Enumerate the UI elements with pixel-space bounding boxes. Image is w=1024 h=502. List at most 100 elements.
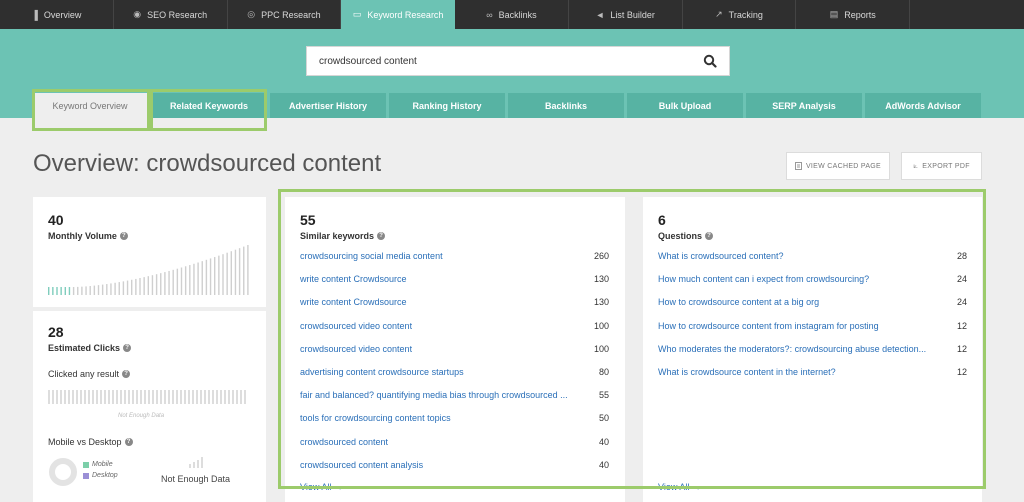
click-bar (236, 390, 238, 404)
help-icon[interactable]: ? (122, 370, 131, 378)
nav-reports[interactable]: ▤ Reports (796, 0, 911, 29)
nav-seo-research[interactable]: ◉ SEO Research (114, 0, 228, 29)
nav-label: Keyword Research (367, 9, 444, 20)
mobile-desktop-donut (49, 458, 77, 486)
tab-keyword-overview[interactable]: Keyword Overview (32, 93, 148, 118)
export-pdf-button[interactable]: ⟀ EXPORT PDF (901, 152, 982, 180)
keyword-count: 130 (593, 297, 609, 308)
list-item: crowdsourced video content 100 (300, 319, 609, 333)
questions-view-all-link[interactable]: View All → (658, 482, 701, 492)
click-bar (56, 390, 58, 404)
mobile-not-enough-data: Not Enough Data (161, 474, 231, 484)
keyword-link[interactable]: fair and balanced? quantifying media bia… (300, 390, 568, 400)
click-bar (240, 390, 242, 404)
volume-bar (131, 279, 133, 295)
search-input[interactable] (319, 55, 703, 67)
questions-value: 6 (658, 212, 666, 228)
keyword-count: 12 (956, 320, 967, 331)
keyword-link[interactable]: crowdsourced video content (300, 344, 412, 354)
list-item: crowdsourced content 40 (300, 435, 609, 449)
click-bar (176, 390, 178, 404)
volume-bar (151, 275, 154, 295)
help-icon[interactable]: ? (123, 344, 132, 352)
search-icon[interactable] (703, 54, 717, 68)
similar-view-all-link[interactable]: View All → (300, 482, 343, 492)
help-icon[interactable]: ? (119, 232, 128, 240)
click-bar (188, 390, 190, 404)
tab-serp-analysis[interactable]: SERP Analysis (746, 93, 862, 118)
list-item: Who moderates the moderators?: crowdsour… (658, 342, 967, 356)
nav-label: Reports (844, 9, 876, 20)
list-item: How to crowdsource content at a big org 2… (658, 295, 967, 309)
volume-bar (193, 263, 195, 295)
keyword-subtabs: Keyword Overview Related Keywords Advertis… (32, 93, 981, 118)
list-item: How to crowdsource content from instagra… (658, 319, 967, 333)
keyword-link[interactable]: crowdsourcing social media content (300, 251, 443, 261)
view-cached-page-button[interactable]: VIEW CACHED PAGE (786, 152, 890, 180)
keyword-link[interactable]: What is crowdsourced content? (658, 251, 784, 261)
keyword-count: 12 (956, 343, 967, 354)
tab-ranking-history[interactable]: Ranking History (389, 93, 505, 118)
keyword-link[interactable]: write content Crowdsource (300, 274, 407, 284)
click-bar (232, 390, 234, 404)
volume-bar (247, 245, 249, 295)
tab-related-keywords[interactable]: Related Keywords (151, 93, 267, 118)
volume-bar (243, 246, 245, 295)
click-bar (120, 390, 122, 404)
keyword-link[interactable]: Who moderates the moderators?: crowdsour… (658, 344, 926, 354)
keyword-link[interactable]: How to crowdsource content from instagra… (658, 321, 879, 331)
volume-bar (97, 285, 100, 295)
click-bar (136, 390, 138, 404)
keyword-count: 260 (593, 251, 609, 261)
pdf-icon: ⟀ (913, 161, 919, 170)
keyword-count: 28 (956, 251, 967, 261)
tab-advertiser-history[interactable]: Advertiser History (270, 93, 386, 118)
nav-label: List Builder (610, 9, 655, 20)
tab-adwords-advisor[interactable]: AdWords Advisor (865, 93, 981, 118)
keyword-link[interactable]: What is crowdsource content in the inter… (658, 367, 836, 377)
nav-label: SEO Research (147, 9, 208, 20)
keyword-link[interactable]: How much content can i expect from crowd… (658, 274, 869, 284)
top-nav: ▐ Overview ◉ SEO Research ◎ PPC Research ▭ Keyw… (0, 0, 1024, 29)
help-icon[interactable]: ? (377, 232, 386, 240)
nav-backlinks[interactable]: ∞ Backlinks (455, 0, 569, 29)
list-item: What is crowdsource content in the inter… (658, 365, 967, 379)
volume-bar (180, 267, 183, 295)
volume-bar (226, 252, 228, 295)
keyword-link[interactable]: crowdsourced content analysis (300, 460, 423, 470)
nav-label: Overview (43, 9, 82, 20)
list-item: crowdsourced video content 100 (300, 342, 609, 356)
keyword-link[interactable]: write content Crowdsource (300, 297, 407, 307)
nav-tracking[interactable]: ↗ Tracking (683, 0, 797, 29)
tab-bulk-upload[interactable]: Bulk Upload (627, 93, 743, 118)
volume-bar (110, 283, 112, 295)
volume-bar (89, 286, 91, 295)
nav-list-builder[interactable]: ◄ List Builder (569, 0, 683, 29)
volume-bar (93, 285, 96, 295)
click-bar (196, 390, 198, 404)
mobile-vs-desktop-label: Mobile vs Desktop (48, 437, 122, 447)
keyword-link[interactable]: How to crowdsource content at a big org (658, 297, 819, 307)
nav-ppc-research[interactable]: ◎ PPC Research (228, 0, 342, 29)
volume-bar (122, 281, 125, 295)
volume-bar (48, 287, 50, 295)
volume-bar (101, 284, 104, 295)
keyword-link[interactable]: advertising content crowdsource startups (300, 367, 464, 377)
keyword-link[interactable]: crowdsourced content (300, 437, 388, 447)
nav-label: Backlinks (498, 9, 537, 20)
keyword-count: 40 (598, 459, 609, 470)
volume-bar (143, 277, 145, 295)
volume-bar (60, 287, 62, 295)
keyword-link[interactable]: tools for crowdsourcing content topics (300, 413, 451, 423)
keyword-link[interactable]: crowdsourced video content (300, 321, 412, 331)
keyword-count: 100 (593, 343, 609, 354)
nav-keyword-research[interactable]: ▭ Keyword Research (341, 0, 456, 29)
nav-overview[interactable]: ▐ Overview (0, 0, 114, 29)
target-icon: ◎ (247, 9, 256, 19)
tab-backlinks[interactable]: Backlinks (508, 93, 624, 118)
questions-card: 6 Questions ? What is crowdsourced conte… (643, 197, 982, 502)
help-icon[interactable]: ? (705, 232, 714, 240)
volume-bar (205, 259, 208, 295)
click-bar (204, 390, 206, 404)
help-icon[interactable]: ? (124, 438, 133, 446)
